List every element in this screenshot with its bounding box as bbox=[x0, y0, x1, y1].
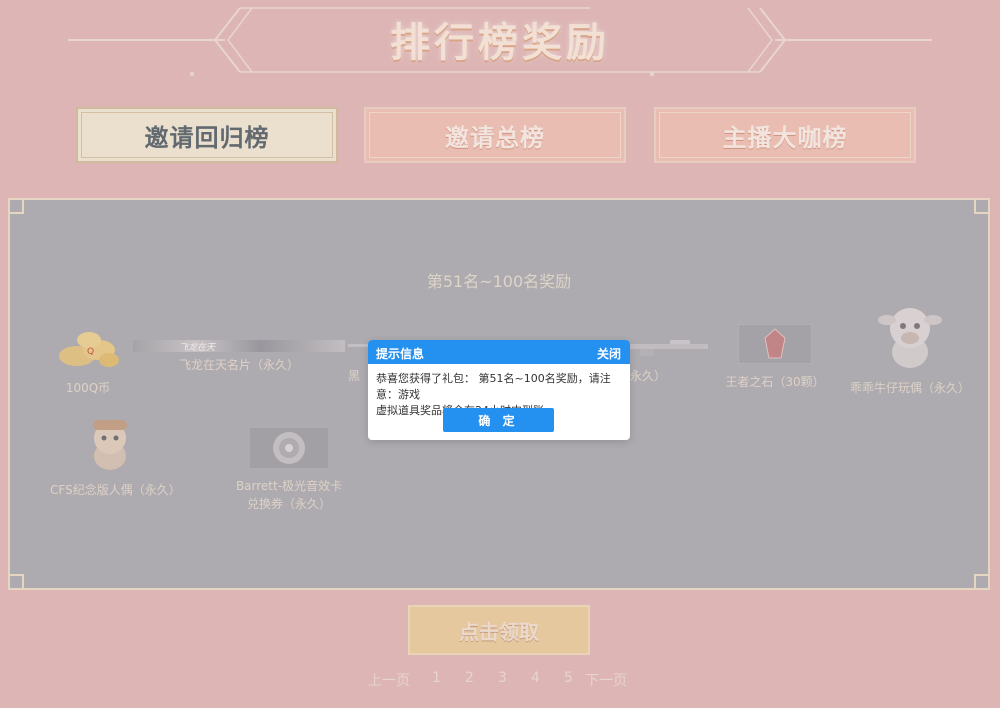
ranking-rewards-page: 排行榜奖励 邀请回归榜 邀请总榜 主播大咖榜 第51名~100名奖励 Q 100… bbox=[0, 0, 1000, 708]
info-dialog: 提示信息 关闭 恭喜您获得了礼包： 第51名~100名奖励，请注意：游戏 虚拟道… bbox=[368, 340, 630, 440]
dialog-title: 提示信息 bbox=[376, 347, 425, 361]
dialog-header: 提示信息 关闭 bbox=[368, 340, 630, 364]
dialog-message-line: 恭喜您获得了礼包： 第51名~100名奖励，请注意：游戏 bbox=[376, 372, 611, 401]
dialog-confirm-button[interactable]: 确 定 bbox=[443, 408, 554, 432]
dialog-close-button[interactable]: 关闭 bbox=[597, 345, 621, 362]
